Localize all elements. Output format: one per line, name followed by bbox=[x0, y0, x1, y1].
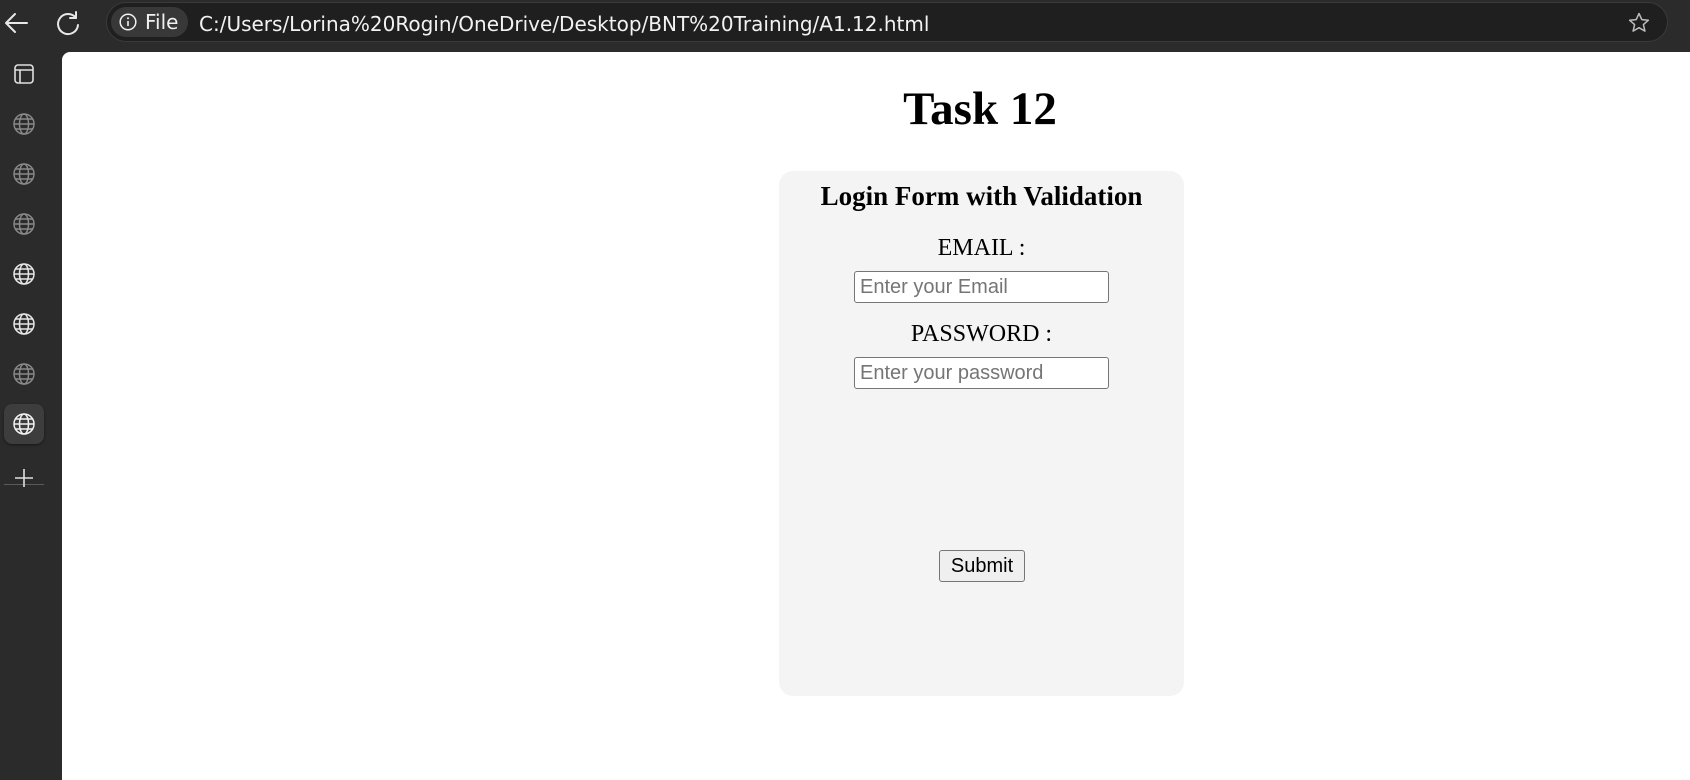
login-form: Login Form with Validation EMAIL : PASSW… bbox=[779, 171, 1184, 696]
info-icon bbox=[119, 13, 137, 31]
tab-globe-icon[interactable] bbox=[4, 254, 44, 294]
new-tab-plus-icon[interactable] bbox=[4, 458, 44, 498]
tab-globe-icon[interactable] bbox=[4, 204, 44, 244]
site-info-label: File bbox=[145, 10, 179, 34]
active-tab-globe-icon[interactable] bbox=[4, 404, 44, 444]
email-label: EMAIL : bbox=[937, 235, 1026, 261]
submit-button[interactable]: Submit bbox=[939, 550, 1025, 582]
tab-actions-icon[interactable] bbox=[4, 54, 44, 94]
tab-globe-icon[interactable] bbox=[4, 154, 44, 194]
tab-globe-icon[interactable] bbox=[4, 104, 44, 144]
form-heading: Login Form with Validation bbox=[820, 181, 1143, 211]
password-field[interactable] bbox=[854, 357, 1109, 389]
site-info-button[interactable]: File bbox=[111, 7, 189, 37]
vertical-tabs-sidebar bbox=[0, 46, 62, 780]
url-text[interactable]: C:/Users/Lorina%20Rogin/OneDrive/Desktop… bbox=[199, 12, 929, 36]
address-bar[interactable]: File C:/Users/Lorina%20Rogin/OneDrive/De… bbox=[106, 2, 1668, 42]
email-field[interactable] bbox=[854, 271, 1109, 303]
browser-toolbar: File C:/Users/Lorina%20Rogin/OneDrive/De… bbox=[0, 0, 1690, 46]
tab-globe-icon[interactable] bbox=[4, 304, 44, 344]
favorite-star-icon[interactable] bbox=[1627, 11, 1651, 35]
page-title: Task 12 bbox=[903, 83, 1057, 135]
page-content: Task 12 Login Form with Validation EMAIL… bbox=[62, 52, 1690, 780]
refresh-icon bbox=[57, 11, 79, 36]
tab-globe-icon[interactable] bbox=[4, 354, 44, 394]
password-label: PASSWORD : bbox=[910, 321, 1053, 347]
refresh-button[interactable] bbox=[52, 7, 84, 39]
back-button[interactable] bbox=[0, 7, 32, 39]
back-arrow-icon bbox=[5, 13, 28, 33]
